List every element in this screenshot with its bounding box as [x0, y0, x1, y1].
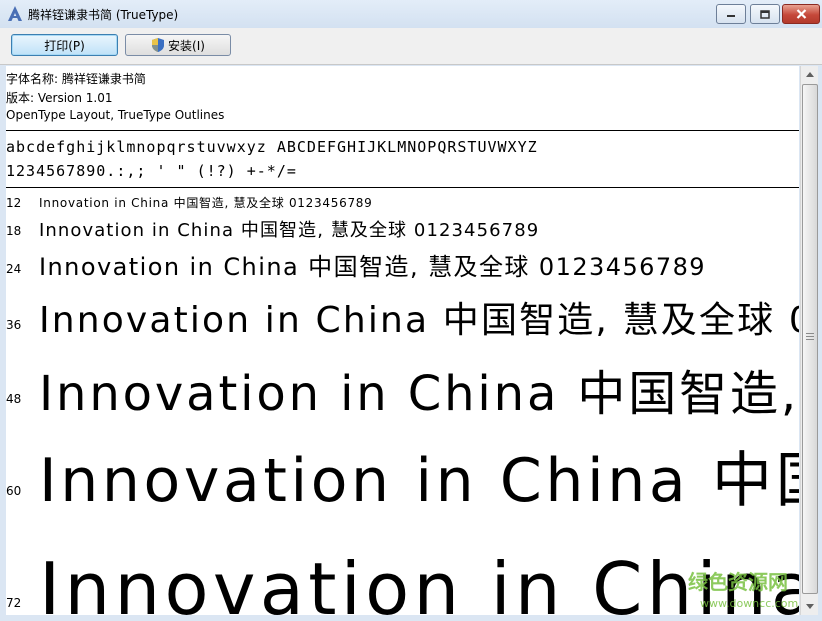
font-outline-line: OpenType Layout, TrueType Outlines: [6, 108, 225, 122]
install-button[interactable]: 安装(I): [125, 34, 231, 56]
size-label-18: 18: [6, 224, 22, 238]
arrow-up-icon: [805, 72, 814, 77]
size-label-24: 24: [6, 262, 22, 276]
size-label-36: 36: [6, 318, 22, 332]
size-label-72: 72: [6, 596, 22, 610]
separator: [6, 130, 799, 131]
sample-text-36: Innovation in China 中国智造, 慧及全球 012345678…: [39, 300, 799, 341]
font-preview-area: 字体名称: 腾祥铚谦隶书简 版本: Version 1.01 OpenType …: [6, 66, 799, 615]
font-version-line: 版本: Version 1.01: [6, 91, 113, 105]
window-title: 腾祥铚谦隶书简 (TrueType): [28, 8, 179, 22]
arrow-down-icon: [805, 604, 814, 609]
print-button[interactable]: 打印(P): [11, 34, 118, 56]
sample-text-72: Innovation in China 中国智造, 慧及全球 012345678…: [39, 547, 799, 615]
maximize-icon: [760, 9, 770, 19]
sample-text-18: Innovation in China 中国智造, 慧及全球 012345678…: [39, 220, 540, 241]
uac-shield-icon: [152, 38, 165, 52]
toolbar: 打印(P) 安装(I): [0, 28, 822, 65]
vertical-scrollbar[interactable]: [800, 66, 818, 615]
close-icon: [796, 9, 806, 19]
grip-icon: [806, 333, 814, 340]
separator: [6, 187, 799, 188]
size-label-60: 60: [6, 484, 22, 498]
watermark-logo-text: 绿色资源网: [688, 570, 788, 594]
install-button-label: 安装(I): [168, 38, 205, 53]
font-name-line: 字体名称: 腾祥铚谦隶书简: [6, 72, 146, 86]
scroll-down-button[interactable]: [801, 598, 818, 615]
charset-symbols: 1234567890.:,; ' " (!?) +-*/=: [6, 162, 297, 180]
sample-text-24: Innovation in China 中国智造, 慧及全球 012345678…: [39, 253, 707, 281]
sample-text-60: Innovation in China 中国智造, 慧及全球 012345678…: [39, 446, 799, 516]
maximize-button[interactable]: [750, 4, 780, 24]
font-file-icon: [8, 6, 22, 21]
scroll-thumb[interactable]: [802, 84, 818, 594]
print-button-label: 打印(P): [44, 38, 85, 53]
size-label-48: 48: [6, 392, 22, 406]
close-button[interactable]: [782, 4, 820, 24]
charset-letters: abcdefghijklmnopqrstuvwxyz ABCDEFGHIJKLM…: [6, 138, 538, 156]
title-bar: 腾祥铚谦隶书简 (TrueType): [0, 0, 822, 28]
scroll-up-button[interactable]: [801, 66, 818, 83]
size-label-12: 12: [6, 196, 22, 210]
sample-text-12: Innovation in China 中国智造, 慧及全球 012345678…: [39, 196, 373, 210]
minimize-button[interactable]: [716, 4, 746, 24]
sample-text-48: Innovation in China 中国智造, 慧及全球 012345678…: [39, 366, 799, 422]
minimize-icon: [727, 15, 735, 17]
watermark-url: www.downcc.com: [700, 597, 799, 610]
